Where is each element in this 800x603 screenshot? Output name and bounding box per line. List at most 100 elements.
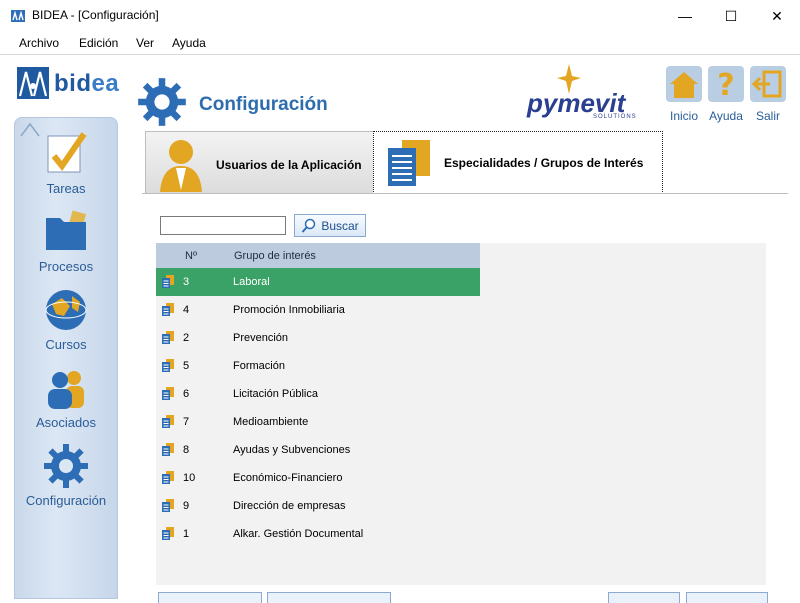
tab-usuarios[interactable]: Usuarios de la Aplicación <box>145 131 375 194</box>
tab-especialidades[interactable]: Especialidades / Grupos de Interés <box>373 131 663 194</box>
column-header-num[interactable]: Nº <box>185 250 197 262</box>
svg-text:?: ? <box>717 68 734 102</box>
app-icon <box>11 10 25 22</box>
nav-label-inicio: Inicio <box>669 109 698 123</box>
cell-num: 6 <box>183 388 190 400</box>
table-row[interactable]: 9 Dirección de empresas <box>156 492 480 520</box>
table-row[interactable]: 10 Económico-Financiero <box>156 464 480 492</box>
cell-grupo: Medioambiente <box>233 416 309 428</box>
gear-icon <box>44 444 88 488</box>
sidebar-label-procesos: Procesos <box>38 259 94 274</box>
window-title: BIDEA - [Configuración] <box>32 8 159 22</box>
cell-num: 5 <box>183 360 190 372</box>
page-title: Configuración <box>199 94 328 115</box>
table-row[interactable]: 1 Alkar. Gestión Documental <box>156 520 480 548</box>
globe-icon <box>45 290 87 330</box>
table-row[interactable]: 5 Formación <box>156 352 480 380</box>
cell-num: 2 <box>183 332 190 344</box>
pymevit-logo: pymevit SOLUTIONS <box>527 64 657 124</box>
cell-num: 3 <box>183 276 190 288</box>
sidebar-item-configuracion[interactable]: Configuración <box>15 442 117 508</box>
checkmark-clipboard-icon <box>47 132 87 173</box>
cell-grupo: Licitación Pública <box>233 388 318 400</box>
menu-edicion[interactable]: Edición <box>79 36 118 50</box>
sidebar-label-configuracion: Configuración <box>25 493 107 508</box>
bidea-logo-text: bidea <box>54 70 119 98</box>
nav-label-ayuda: Ayuda <box>709 109 743 123</box>
search-button-label: Buscar <box>321 218 359 233</box>
bottom-button-1[interactable] <box>158 592 262 603</box>
document-icon <box>162 527 174 540</box>
cell-grupo: Formación <box>233 360 285 372</box>
folder-icon <box>46 210 87 250</box>
table-row[interactable]: 7 Medioambiente <box>156 408 480 436</box>
document-icon <box>162 275 174 288</box>
tab-label-usuarios: Usuarios de la Aplicación <box>216 158 362 172</box>
brand-subtext: SOLUTIONS <box>593 114 637 120</box>
sidebar-item-asociados[interactable]: Asociados <box>15 364 117 430</box>
logo-part-b: ea <box>91 70 120 97</box>
menu-ver[interactable]: Ver <box>136 36 154 50</box>
help-icon: ? <box>708 66 744 103</box>
menu-archivo[interactable]: Archivo <box>19 36 59 50</box>
document-icon <box>162 471 174 484</box>
bottom-button-2[interactable] <box>267 592 391 603</box>
user-icon <box>160 140 202 192</box>
table-row[interactable]: 2 Prevención <box>156 324 480 352</box>
sidebar-label-cursos: Cursos <box>45 337 87 352</box>
document-icon <box>162 415 174 428</box>
sidebar-label-asociados: Asociados <box>36 415 96 430</box>
sidebar-item-procesos[interactable]: Procesos <box>15 208 117 274</box>
maximize-button[interactable]: ☐ <box>708 0 754 32</box>
document-icon <box>162 303 174 316</box>
cell-grupo: Económico-Financiero <box>233 472 343 484</box>
document-icon <box>162 331 174 344</box>
document-icon <box>162 387 174 400</box>
cell-grupo: Laboral <box>233 276 270 288</box>
search-button[interactable]: Buscar <box>294 214 366 237</box>
document-icon <box>162 443 174 456</box>
table-header: Nº Grupo de interés <box>156 243 480 269</box>
table-row[interactable]: 4 Promoción Inmobiliaria <box>156 296 480 324</box>
cell-num: 9 <box>183 500 190 512</box>
document-icon <box>162 499 174 512</box>
nav-inicio[interactable]: Inicio <box>664 66 704 123</box>
cell-grupo: Promoción Inmobiliaria <box>233 304 345 316</box>
bottom-button-4[interactable] <box>686 592 768 603</box>
close-button[interactable]: ✕ <box>754 0 800 32</box>
minimize-button[interactable]: — <box>662 0 708 32</box>
documents-icon <box>388 140 430 186</box>
bidea-logo-icon <box>17 67 49 99</box>
table-row[interactable]: 6 Licitación Pública <box>156 380 480 408</box>
menu-ayuda[interactable]: Ayuda <box>172 36 206 50</box>
exit-icon <box>750 66 786 102</box>
tab-label-especialidades: Especialidades / Grupos de Interés <box>444 156 644 170</box>
configuration-gear-icon <box>138 78 186 126</box>
document-icon <box>162 359 174 372</box>
search-input[interactable] <box>160 216 286 235</box>
table-row[interactable]: 3 Laboral <box>156 268 480 296</box>
magnifier-icon <box>302 218 316 233</box>
menu-bar: Archivo Edición Ver Ayuda <box>0 32 800 55</box>
cell-grupo: Prevención <box>233 332 289 344</box>
sidebar: Tareas Procesos Cursos Asociados Configu… <box>14 117 118 599</box>
nav-ayuda[interactable]: ? Ayuda <box>706 66 746 123</box>
sidebar-item-cursos[interactable]: Cursos <box>15 286 117 352</box>
cell-grupo: Alkar. Gestión Documental <box>233 528 364 540</box>
nav-salir[interactable]: Salir <box>748 66 788 123</box>
nav-label-salir: Salir <box>755 109 780 123</box>
cell-num: 8 <box>183 444 190 456</box>
table-row[interactable]: 8 Ayudas y Subvenciones <box>156 436 480 464</box>
cell-num: 7 <box>183 416 190 428</box>
people-icon <box>48 371 84 409</box>
column-header-grupo[interactable]: Grupo de interés <box>234 250 316 262</box>
logo-part-a: bid <box>54 70 92 97</box>
sidebar-label-tareas: Tareas <box>46 181 86 196</box>
cell-grupo: Ayudas y Subvenciones <box>233 444 351 456</box>
window-titlebar[interactable]: BIDEA - [Configuración] — ☐ ✕ <box>0 0 800 33</box>
cell-num: 10 <box>183 472 196 484</box>
sidebar-item-tareas[interactable]: Tareas <box>15 130 117 196</box>
cell-grupo: Dirección de empresas <box>233 500 346 512</box>
cell-num: 1 <box>183 528 190 540</box>
bottom-button-3[interactable] <box>608 592 680 603</box>
